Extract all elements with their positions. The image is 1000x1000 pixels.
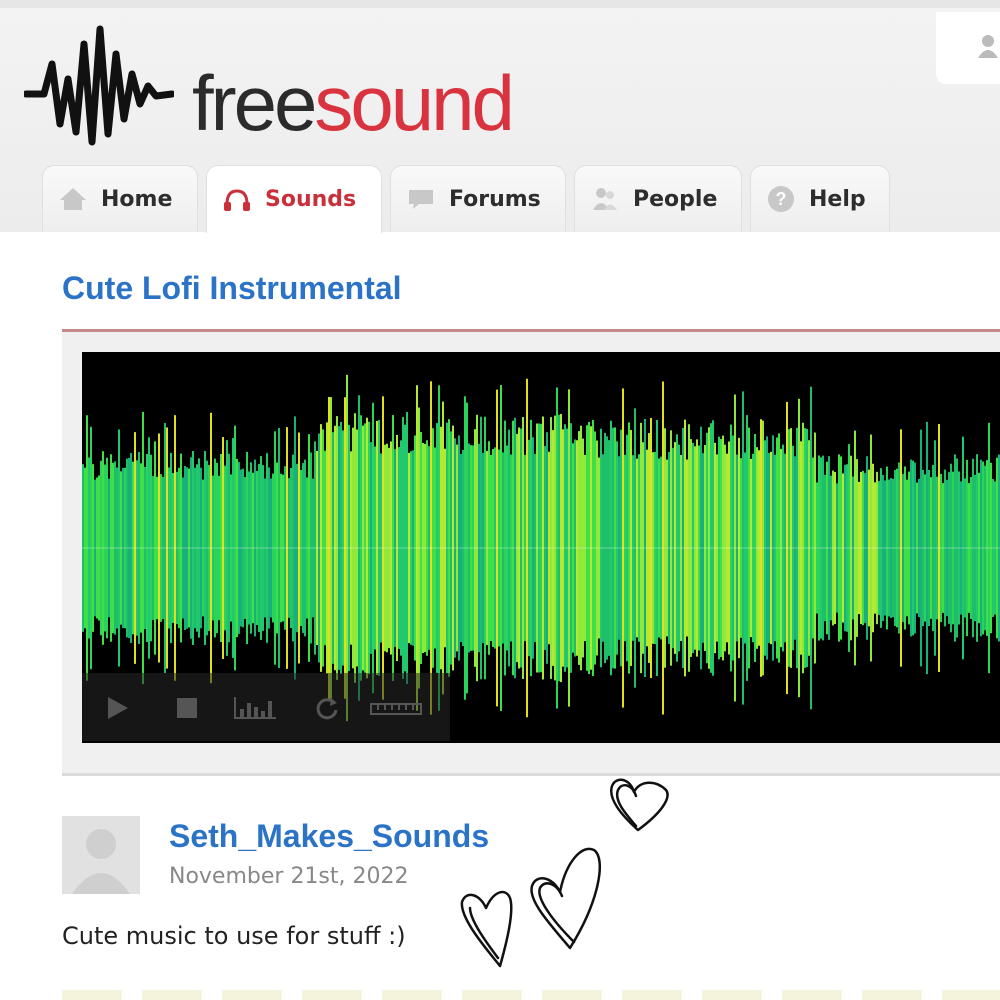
tab-label: Forums <box>449 186 541 212</box>
svg-text:?: ? <box>776 189 787 209</box>
measure-icon[interactable] <box>370 695 422 721</box>
tab-label: Help <box>809 186 866 212</box>
spectrogram-toggle-icon[interactable] <box>232 695 278 721</box>
tab-sounds[interactable]: Sounds <box>206 165 382 233</box>
tab-label: Sounds <box>265 187 357 212</box>
stop-icon[interactable] <box>174 695 200 721</box>
tab-help[interactable]: ? Help <box>750 165 890 232</box>
sound-title[interactable]: Cute Lofi Instrumental <box>62 270 402 307</box>
logo-sound-text: sound <box>314 59 515 147</box>
tab-label: Home <box>101 186 173 212</box>
avatar[interactable] <box>62 816 140 894</box>
tab-home[interactable]: Home <box>42 165 198 232</box>
logo-free-text: free <box>192 59 317 147</box>
play-icon[interactable] <box>104 695 130 721</box>
waveform-logo-icon <box>22 25 176 146</box>
tab-forums[interactable]: Forums <box>390 165 566 232</box>
headphones-icon <box>223 188 251 212</box>
default-user-icon <box>72 829 130 894</box>
people-icon <box>591 187 619 211</box>
speech-bubble-icon <box>407 187 435 211</box>
user-icon <box>978 35 998 58</box>
loop-icon[interactable] <box>314 695 340 721</box>
tab-label: People <box>633 186 718 212</box>
freesound-logo[interactable]: freesound <box>22 24 515 158</box>
doodle-hearts-icon <box>460 778 669 968</box>
logo-wordmark: freesound <box>192 64 515 142</box>
tag-strip <box>62 990 1000 1000</box>
upload-date: November 21st, 2022 <box>169 864 409 889</box>
home-icon <box>59 187 87 211</box>
player-controls <box>82 673 450 741</box>
user-login-box[interactable] <box>936 12 1000 84</box>
sound-description: Cute music to use for stuff :) <box>62 922 406 950</box>
tab-people[interactable]: People <box>574 165 742 232</box>
help-icon: ? <box>767 185 795 213</box>
